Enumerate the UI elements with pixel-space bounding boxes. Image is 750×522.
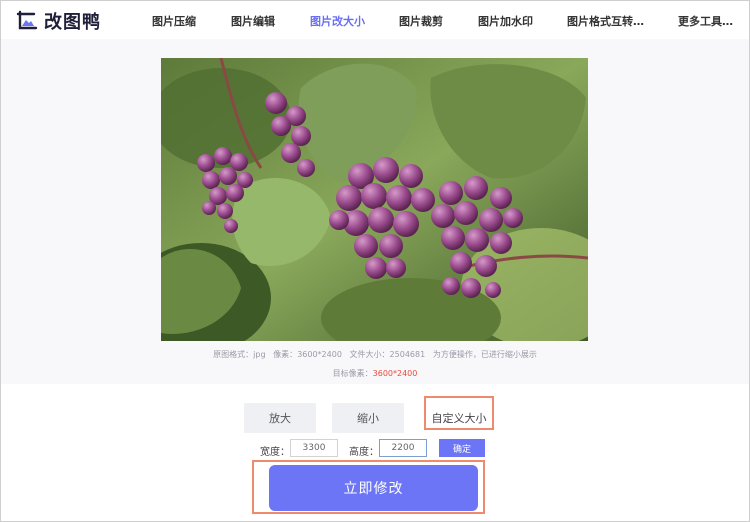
confirm-button[interactable]: 确定 bbox=[439, 439, 485, 457]
logo-text: 改图鸭 bbox=[44, 12, 101, 33]
nav-item-image-crop[interactable]: 图片裁剪 bbox=[399, 13, 443, 29]
nav-item-image-watermark[interactable]: 图片加水印 bbox=[478, 13, 533, 29]
target-pixels-value: 3600*2400 bbox=[372, 369, 418, 378]
height-input[interactable] bbox=[379, 439, 427, 457]
logo[interactable]: 改图鸭 bbox=[16, 8, 101, 34]
modify-now-button[interactable]: 立即修改 bbox=[269, 465, 478, 511]
nav-item-more-tools[interactable]: 更多工具… bbox=[678, 13, 733, 29]
logo-icon bbox=[16, 10, 38, 30]
nav-item-image-resize[interactable]: 图片改大小 bbox=[310, 13, 365, 29]
width-label: 宽度： bbox=[260, 447, 290, 458]
custom-size-highlight bbox=[424, 396, 494, 430]
nav-item-image-edit[interactable]: 图片编辑 bbox=[231, 13, 275, 29]
shrink-button[interactable]: 缩小 bbox=[332, 403, 404, 433]
height-label: 高度： bbox=[349, 447, 379, 458]
target-pixels-info: 目标像素：3600*2400 bbox=[332, 369, 418, 378]
width-input[interactable] bbox=[290, 439, 338, 457]
nav-item-image-format-convert[interactable]: 图片格式互转… bbox=[567, 13, 644, 29]
header-bar: 改图鸭 图片压缩 图片编辑 图片改大小 图片裁剪 图片加水印 图片格式互转… 更… bbox=[1, 1, 749, 39]
original-image-info: 原图格式：jpg 像素：3600*2400 文件大小：2504681 为方便操作… bbox=[213, 350, 537, 359]
nav-item-image-compress[interactable]: 图片压缩 bbox=[152, 13, 196, 29]
preview-image bbox=[161, 58, 588, 341]
enlarge-button[interactable]: 放大 bbox=[244, 403, 316, 433]
preview-area: 原图格式：jpg 像素：3600*2400 文件大小：2504681 为方便操作… bbox=[1, 39, 749, 384]
